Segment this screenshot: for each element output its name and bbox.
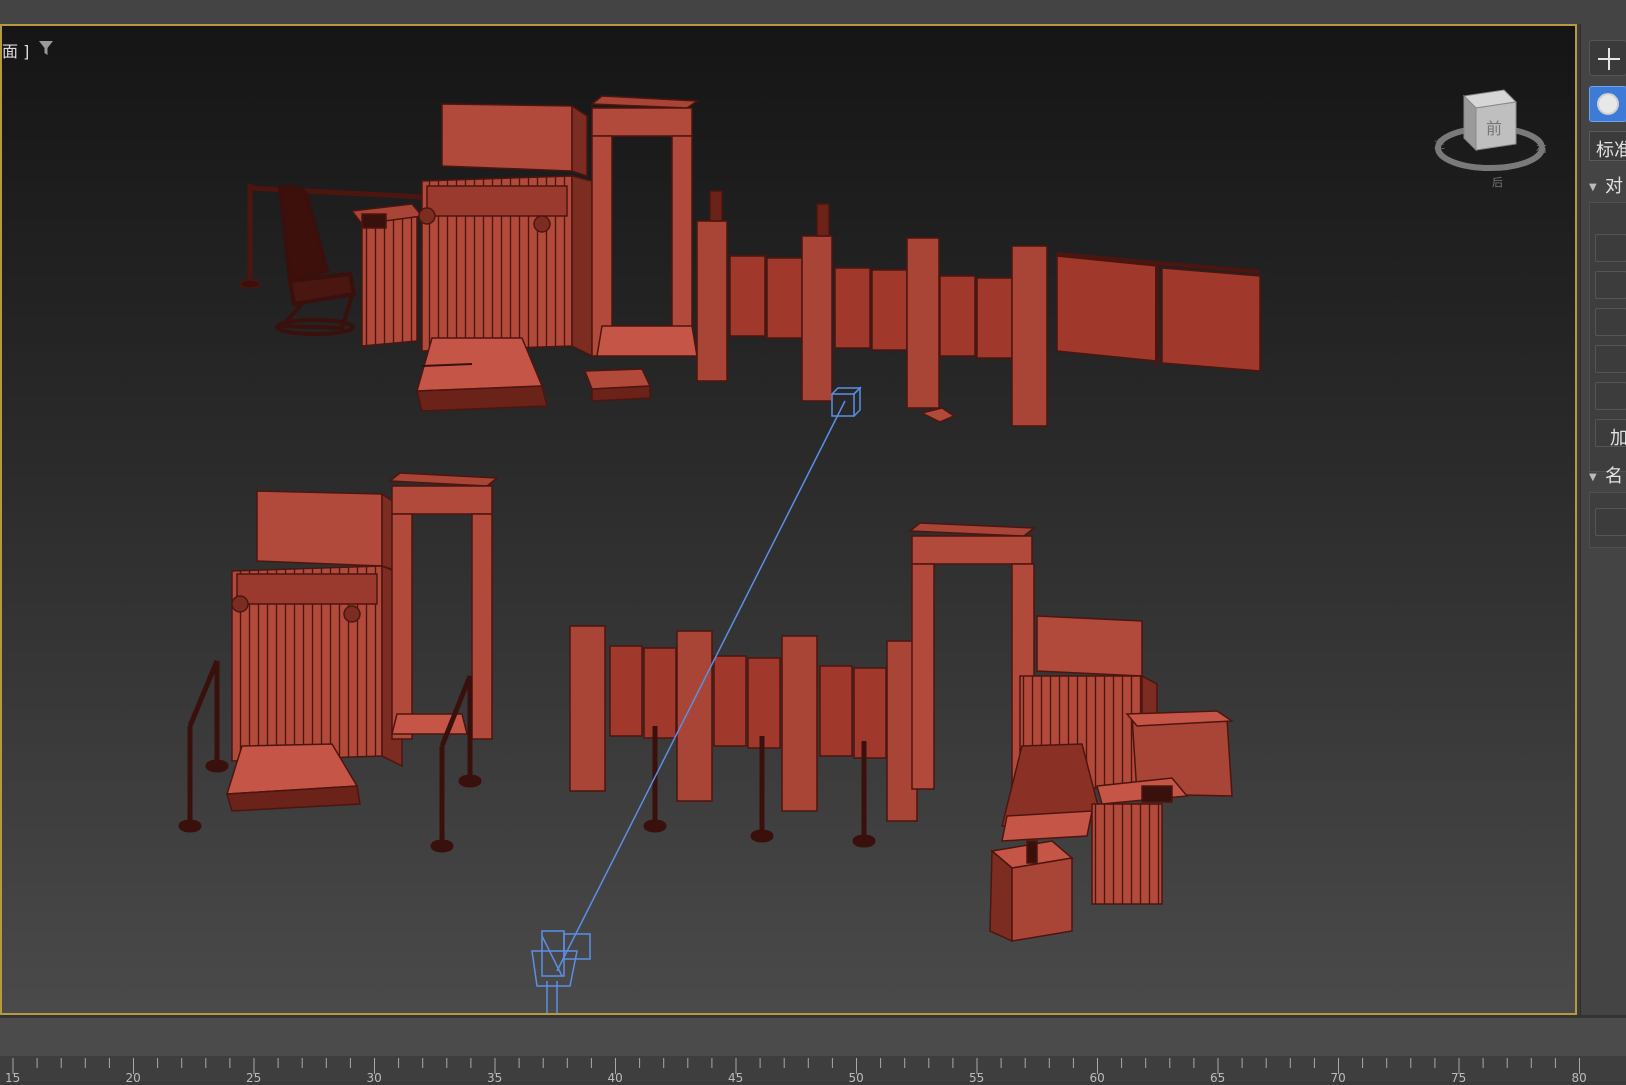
timeline-tick-label: 70 [1330, 1071, 1346, 1085]
timeline-tick-label: 45 [728, 1071, 744, 1085]
timeline-tick-label: 40 [607, 1071, 623, 1085]
timeline-tick-label: 30 [366, 1071, 382, 1085]
object-type-rollout-header[interactable]: ▼ 对 [1589, 172, 1626, 202]
timeline-tick-marks [12, 1058, 1580, 1074]
timeline-tick-label: 55 [969, 1071, 985, 1085]
viewcube-right-label[interactable]: 右 [1536, 141, 1547, 155]
collapse-triangle-icon: ▼ [1589, 181, 1597, 193]
camera-target [831, 386, 862, 417]
small-marker-top [919, 407, 956, 423]
scene[interactable] [2, 26, 1575, 1013]
viewcube-front-label[interactable]: 前 [1486, 119, 1502, 138]
viewcube-back-label[interactable]: 后 [1492, 176, 1503, 189]
rollout1-title: 对 [1605, 176, 1623, 197]
timeline-tick-label: 60 [1089, 1071, 1105, 1085]
viewcube-left-label[interactable]: 左 [1434, 138, 1445, 151]
object-type-button-4[interactable] [1595, 345, 1626, 373]
xray-scanner-top [415, 103, 593, 412]
timeline-tick-label: 35 [487, 1071, 503, 1085]
camera-body [531, 930, 591, 1013]
rollout2-title: 名 [1605, 466, 1623, 487]
small-pad-top [583, 368, 652, 402]
top-strip [0, 0, 1626, 24]
speed-gates-top [696, 190, 1048, 427]
timeline[interactable]: 15 20 25 30 35 40 45 50 55 60 65 70 75 80 [0, 1015, 1626, 1085]
create-tab-button[interactable] [1589, 40, 1626, 76]
viewcube[interactable]: 前 左 右 后 [1432, 76, 1552, 196]
geometry-button[interactable] [1589, 86, 1626, 122]
command-panel: 标准 ▼对 加 ▼名 [1580, 24, 1626, 1015]
add-button[interactable]: 加 [1595, 419, 1626, 447]
timeline-tick-label: 20 [125, 1071, 141, 1085]
object-type-button-1[interactable] [1595, 234, 1626, 262]
walkthrough-detector-bottom-left [387, 472, 500, 740]
storage-bin-bottom-right [989, 840, 1074, 943]
xray-scanner-bottom-left [225, 490, 403, 812]
perspective-viewport[interactable]: 面 ] 前 左 右 后 [0, 24, 1577, 1015]
timeline-tick-label: 25 [246, 1071, 262, 1085]
name-color-rollout-header[interactable]: ▼ 名 [1589, 462, 1626, 492]
operator-console-top [350, 203, 424, 347]
name-field[interactable] [1595, 508, 1626, 536]
object-type-button-3[interactable] [1595, 308, 1626, 336]
office-chair [275, 185, 357, 336]
timeline-tick-label: 75 [1451, 1071, 1467, 1085]
timeline-tick-label: 65 [1210, 1071, 1226, 1085]
object-type-button-5[interactable] [1595, 382, 1626, 410]
timeline-tick-label: 80 [1571, 1071, 1587, 1085]
object-type-dropdown[interactable]: 标准 [1589, 131, 1626, 161]
walkthrough-detector-top [589, 95, 700, 357]
timeline-tick-label: 50 [848, 1071, 864, 1085]
timeline-tick-label: 15 [5, 1071, 21, 1085]
object-type-button-2[interactable] [1595, 271, 1626, 299]
barrier-panels-top [1056, 252, 1261, 372]
collapse-triangle-icon: ▼ [1589, 471, 1597, 483]
security-scene [178, 95, 1261, 1013]
walkthrough-detector-bottom-right [907, 522, 1037, 795]
